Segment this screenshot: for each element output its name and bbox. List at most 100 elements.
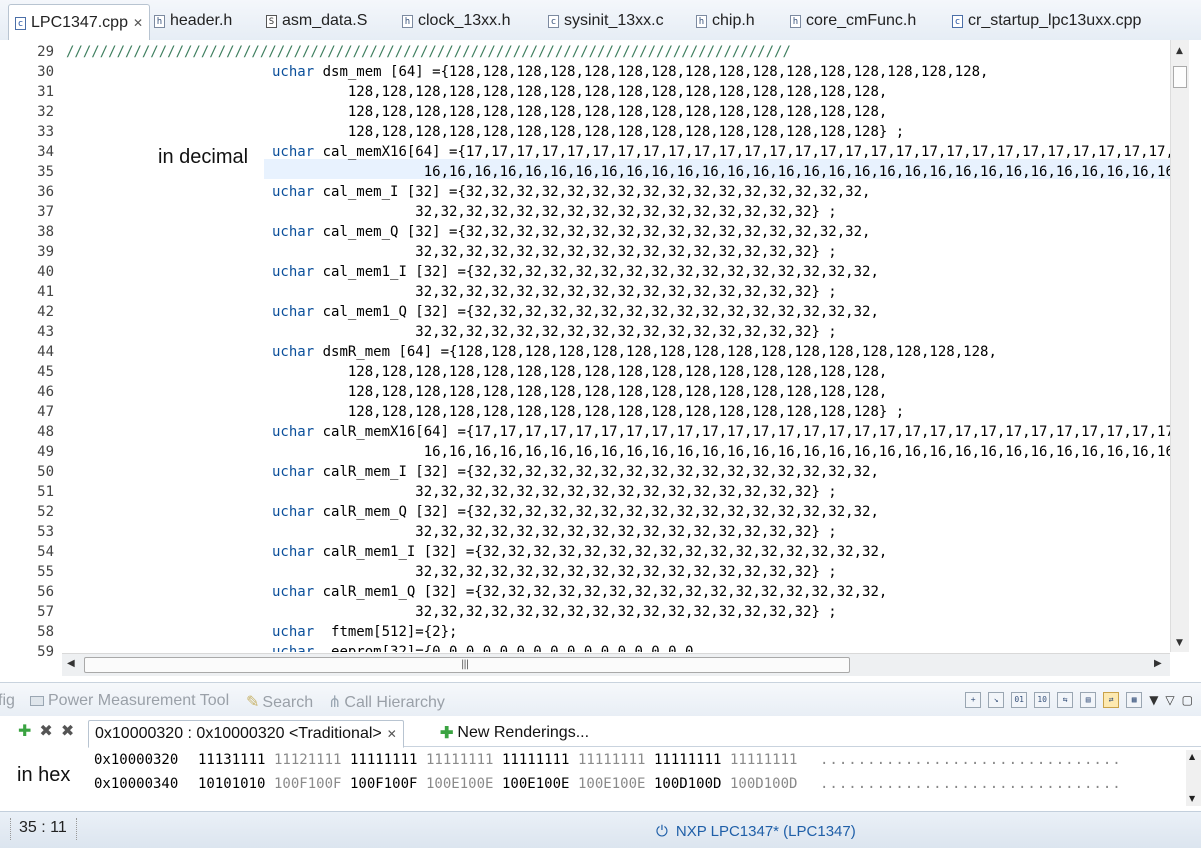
memory-word[interactable]: 100D100D: [654, 776, 721, 792]
code-line: uchar cal_mem1_I [32] ={32,32,32,32,32,3…: [272, 262, 879, 282]
tab-lpc1347-cpp[interactable]: c LPC1347.cpp ✕: [8, 4, 151, 41]
memory-view: ✚ ✖ ✖ in hex 0x10000320 : 0x10000320 <Tr…: [0, 716, 1201, 811]
add-monitor-icon[interactable]: ✚: [18, 721, 31, 740]
dropdown-arrow-icon[interactable]: ▼: [1149, 693, 1158, 707]
remove-all-icon[interactable]: ✖: [61, 721, 74, 740]
search-icon: ✎: [246, 694, 260, 711]
tab-label: Power Measurement Tool: [48, 692, 230, 709]
tab-label: core_cmFunc.h: [806, 12, 917, 29]
maximize-icon[interactable]: ▢: [1182, 693, 1193, 707]
vertical-scroll-thumb[interactable]: [1173, 66, 1187, 88]
memory-word[interactable]: 100F100F: [274, 776, 341, 792]
vertical-scrollbar[interactable]: ▲ ▼: [1170, 40, 1189, 652]
memory-word[interactable]: 11111111: [730, 752, 797, 768]
code-line: 32,32,32,32,32,32,32,32,32,32,32,32,32,3…: [272, 482, 836, 502]
scroll-up-icon[interactable]: ▲: [1189, 752, 1195, 761]
header-file-icon: h: [696, 14, 707, 28]
memory-word[interactable]: 11111111: [350, 752, 417, 768]
target-chip: (LPC1347): [783, 823, 856, 840]
binary-format-icon[interactable]: 01: [1011, 692, 1028, 708]
code-area[interactable]: ////////////////////////////////////////…: [64, 40, 1170, 652]
tab-search[interactable]: ✎ Search: [246, 692, 313, 712]
scroll-up-icon[interactable]: ▲: [1176, 46, 1183, 56]
scroll-right-icon[interactable]: ▶: [1154, 658, 1162, 669]
line-number: 56: [37, 584, 54, 600]
memory-word[interactable]: 100E100E: [426, 776, 493, 792]
memory-word[interactable]: 11131111: [198, 752, 265, 768]
line-number: 42: [37, 304, 54, 320]
tab-config[interactable]: fig: [0, 692, 15, 710]
tab-label: chip.h: [712, 12, 755, 29]
view-toolbar: + ↘ 01 10 ⇆ ▤ ⇄ ▦ ▼ ▽ ▢: [965, 690, 1193, 710]
code-text: dsm_mem [64] ={128,128,128,128,128,128,1…: [314, 64, 989, 80]
memory-word[interactable]: 100E100E: [502, 776, 569, 792]
scroll-down-icon[interactable]: ▼: [1176, 638, 1183, 648]
tab-label: Call Hierarchy: [344, 694, 445, 711]
code-line: 128,128,128,128,128,128,128,128,128,128,…: [272, 402, 904, 422]
keyword: uchar: [272, 224, 315, 240]
memory-word[interactable]: 100F100F: [350, 776, 417, 792]
memory-row[interactable]: 0x10000320 11131111 11121111 11111111 111111…: [94, 752, 1184, 772]
status-separator: [76, 818, 77, 840]
close-icon[interactable]: ✕: [387, 727, 397, 741]
scroll-down-icon[interactable]: ▼: [1189, 794, 1195, 803]
debug-target[interactable]: ⏻ NXP LPC1347* (LPC1347): [656, 823, 856, 840]
code-line: 32,32,32,32,32,32,32,32,32,32,32,32,32,3…: [272, 242, 836, 262]
memory-word[interactable]: 100E100E: [578, 776, 645, 792]
code-line: 16,16,16,16,16,16,16,16,16,16,16,16,16,1…: [272, 442, 1170, 462]
cols-icon[interactable]: ⇆: [1057, 692, 1074, 708]
memory-word[interactable]: 11111111: [578, 752, 645, 768]
memory-word[interactable]: 11111111: [654, 752, 721, 768]
memory-word[interactable]: 11111111: [502, 752, 569, 768]
code-text: 128,128,128,128,128,128,128,128,128,128,…: [272, 364, 888, 380]
scroll-left-icon[interactable]: ◀: [67, 658, 75, 669]
tab-call-hierarchy[interactable]: ⋔ Call Hierarchy: [328, 692, 445, 712]
tab-core-cmfunc-h[interactable]: h core_cmFunc.h: [790, 4, 916, 38]
minimize-icon[interactable]: ▽: [1165, 693, 1174, 707]
code-text: cal_mem_Q [32] ={32,32,32,32,32,32,32,32…: [314, 224, 871, 240]
code-line: 32,32,32,32,32,32,32,32,32,32,32,32,32,3…: [272, 322, 836, 342]
tab-traditional-rendering[interactable]: 0x10000320 : 0x10000320 <Traditional> ✕: [88, 720, 404, 748]
line-number: 41: [37, 284, 54, 300]
memory-address: 0x10000320: [94, 752, 179, 768]
tab-clock-13xx-h[interactable]: h clock_13xx.h: [402, 4, 511, 38]
tab-chip-h[interactable]: h chip.h: [696, 4, 755, 38]
keyword: uchar: [272, 304, 315, 320]
binary-format-alt-icon[interactable]: 10: [1034, 692, 1051, 708]
layout-icon[interactable]: ▤: [1080, 692, 1097, 708]
line-number: 38: [37, 224, 54, 240]
line-number: 33: [37, 124, 54, 140]
code-text: ////////////////////////////////////////…: [66, 44, 791, 60]
tab-power-measurement-tool[interactable]: Power Measurement Tool: [30, 692, 229, 710]
new-file-icon[interactable]: +: [965, 692, 982, 708]
tab-asm-data-s[interactable]: S asm_data.S: [266, 4, 367, 38]
horizontal-scroll-thumb[interactable]: |||: [84, 657, 850, 673]
memory-ascii: ................................: [820, 776, 1122, 792]
tab-label: sysinit_13xx.c: [564, 12, 664, 29]
line-number: 43: [37, 324, 54, 340]
link-icon[interactable]: ⇄: [1103, 692, 1120, 708]
horizontal-scrollbar[interactable]: ◀ ||| ▶: [62, 653, 1170, 676]
line-number: 55: [37, 564, 54, 580]
remove-monitor-icon[interactable]: ✖: [39, 721, 52, 740]
tab-header-h[interactable]: h header.h: [154, 4, 232, 38]
memory-word[interactable]: 100D100D: [730, 776, 797, 792]
tab-new-renderings[interactable]: ✚ New Renderings...: [440, 720, 589, 746]
tab-sysinit-13xx-c[interactable]: c sysinit_13xx.c: [548, 4, 664, 38]
keyword: uchar: [272, 264, 315, 280]
code-editor[interactable]: 29 30 31 32 33 34 35 36 37 38 39 40 41 42 43 44 45 46 47 48…: [0, 40, 1201, 677]
memory-scrollbar[interactable]: ▲ ▼: [1186, 750, 1201, 806]
memory-word[interactable]: 10101010: [198, 776, 265, 792]
close-icon[interactable]: ✕: [133, 16, 143, 30]
tab-cr-startup-cpp[interactable]: c cr_startup_lpc13uxx.cpp: [952, 4, 1141, 38]
code-line: uchar cal_mem1_Q [32] ={32,32,32,32,32,3…: [272, 302, 879, 322]
memory-word[interactable]: 11111111: [426, 752, 493, 768]
code-line: 128,128,128,128,128,128,128,128,128,128,…: [272, 122, 904, 142]
memory-word[interactable]: 11121111: [274, 752, 341, 768]
code-line: uchar dsm_mem [64] ={128,128,128,128,128…: [272, 62, 988, 82]
options-icon[interactable]: ▦: [1126, 692, 1143, 708]
memory-row[interactable]: 0x10000340 10101010 100F100F 100F100F 100E10…: [94, 776, 1184, 796]
power-tool-icon: [30, 695, 44, 706]
header-file-icon: h: [790, 14, 801, 28]
import-icon[interactable]: ↘: [988, 692, 1005, 708]
